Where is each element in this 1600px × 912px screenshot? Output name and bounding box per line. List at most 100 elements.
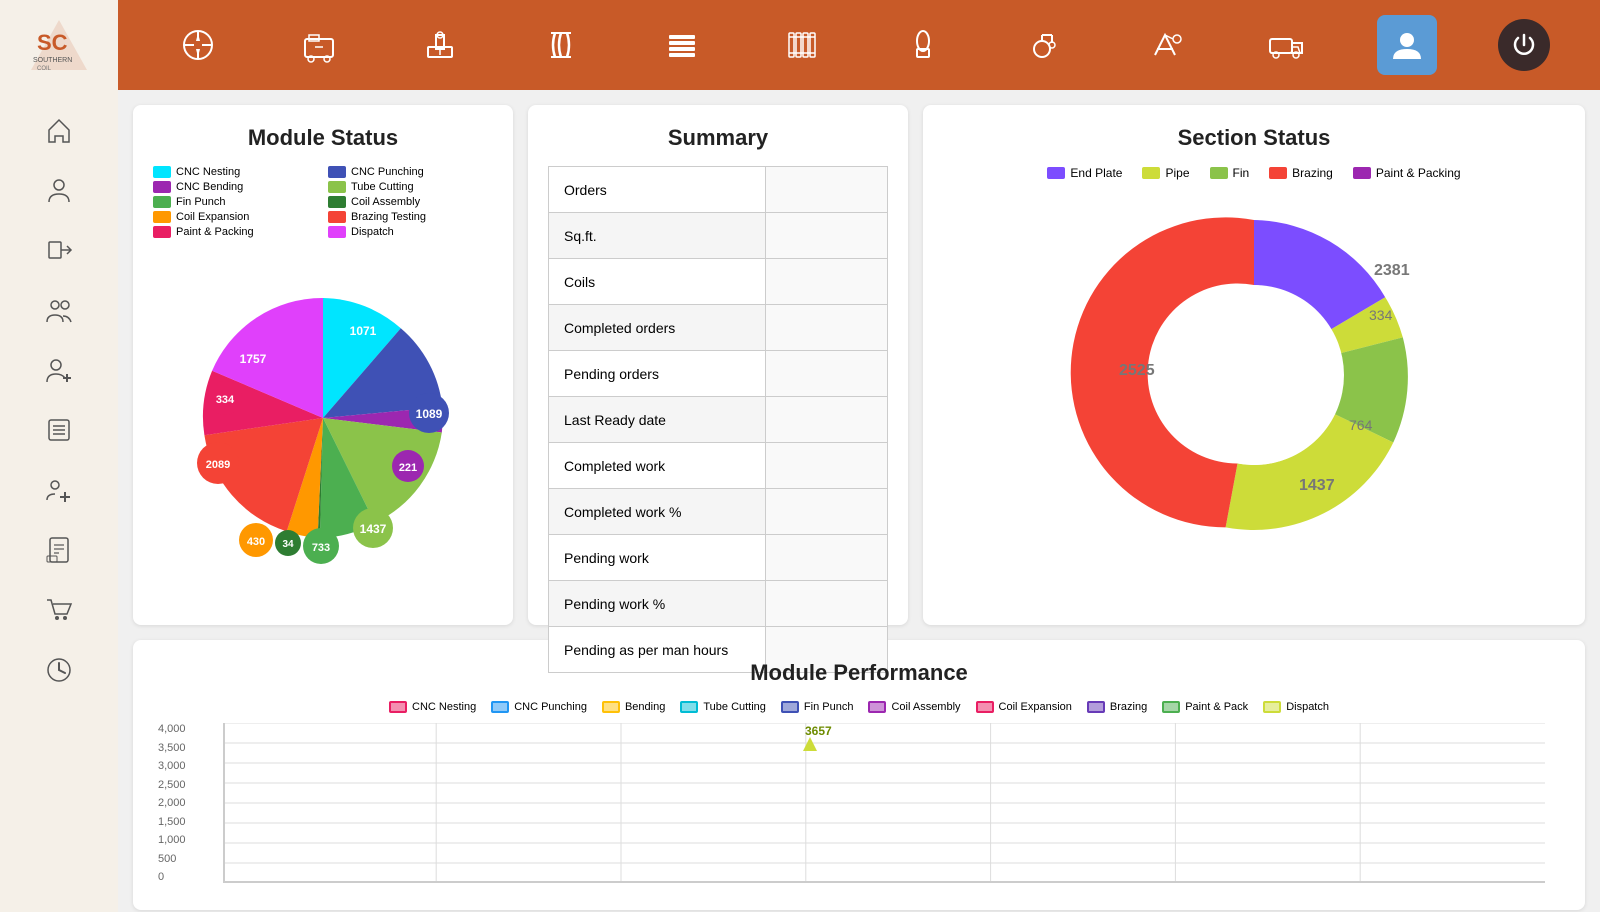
sidebar-cart[interactable] [29,585,89,635]
section-status-card: Section Status End Plate Pipe Fin Brazin… [923,105,1585,625]
summary-row-completed-work: Completed work [549,443,888,489]
summary-value-pending-work [765,535,887,581]
legend-end-plate: End Plate [1047,166,1122,180]
svg-text:2525: 2525 [1119,362,1155,379]
legend-paint-pack: Paint & Packing [1353,166,1461,180]
legend-cnc-bending: CNC Bending [153,181,318,193]
legend-coil-expansion: Coil Expansion [153,211,318,223]
performance-legend: CNC Nesting CNC Punching Bending Tube Cu… [153,701,1565,713]
sidebar-add-person2[interactable] [29,465,89,515]
bullet-nav-icon[interactable] [893,15,953,75]
section-status-donut: 2381 334 764 1437 2525 [943,190,1565,560]
svg-text:1437: 1437 [360,522,387,536]
section-legend: End Plate Pipe Fin Brazing Paint & Packi… [943,166,1565,180]
summary-label-orders: Orders [549,167,766,213]
sidebar-home[interactable] [29,105,89,155]
sidebar-person[interactable] [29,165,89,215]
summary-row-orders: Orders [549,167,888,213]
summary-title: Summary [548,125,888,151]
svg-text:SC: SC [37,30,68,55]
machine-nav-icon[interactable] [289,15,349,75]
svg-text:733: 733 [312,542,330,554]
summary-table: Orders Sq.ft. Coils Completed orders [548,166,888,673]
main-content: Module Status CNC Nesting CNC Punching C… [118,90,1600,912]
summary-value-pending-work-pct [765,581,887,627]
legend-cnc-nesting: CNC Nesting [153,166,318,178]
cnc-nav-icon[interactable] [410,15,470,75]
sidebar-login[interactable] [29,225,89,275]
summary-value-completed-work-pct [765,489,887,535]
radiator-nav-icon[interactable] [773,15,833,75]
compass-nav-icon[interactable] [168,15,228,75]
top-navbar: SC SOUTHERN COIL [0,0,1600,90]
legend-brazing-testing: Brazing Testing [328,211,493,223]
legend-coil-assembly: Coil Assembly [328,196,493,208]
nav-icons [118,15,1600,75]
sidebar-invoice[interactable] [29,525,89,575]
summary-value-last-ready [765,397,887,443]
summary-card: Summary Orders Sq.ft. Coils [528,105,908,625]
performance-chart: 4,000 3,500 3,000 2,500 2,000 1,500 1,00… [223,723,1545,883]
spray2-nav-icon[interactable] [1135,15,1195,75]
summary-label-pending-work-pct: Pending work % [549,581,766,627]
svg-text:COIL: COIL [37,66,52,72]
svg-text:SOUTHERN: SOUTHERN [33,57,72,64]
svg-text:2381: 2381 [1374,262,1410,279]
legend-perf-coil-expansion: Coil Expansion [976,701,1072,713]
legend-pipe: Pipe [1142,166,1189,180]
summary-row-last-ready: Last Ready date [549,397,888,443]
svg-text:2089: 2089 [206,459,230,471]
power-nav-button[interactable] [1498,19,1550,71]
legend-cnc-punching: CNC Punching [328,166,493,178]
summary-label-pending-work: Pending work [549,535,766,581]
sidebar-group[interactable] [29,285,89,335]
performance-title: Module Performance [153,660,1565,686]
legend-perf-brazing: Brazing [1087,701,1147,713]
summary-row-sqft: Sq.ft. [549,213,888,259]
sidebar [0,90,118,912]
sidebar-list[interactable] [29,405,89,455]
legend-dispatch: Dispatch [328,226,493,238]
section-status-title: Section Status [943,125,1565,151]
svg-text:221: 221 [399,462,417,474]
summary-label-pending-man-hours: Pending as per man hours [549,627,766,673]
svg-text:334: 334 [1369,307,1393,323]
sidebar-clock[interactable] [29,645,89,695]
svg-text:1757: 1757 [240,352,267,366]
svg-text:334: 334 [216,394,235,406]
legend-perf-paint-pack: Paint & Pack [1162,701,1248,713]
summary-value-completed-orders [765,305,887,351]
legend-fin: Fin [1210,166,1250,180]
summary-row-pending-work-pct: Pending work % [549,581,888,627]
svg-text:1089: 1089 [416,407,443,421]
module-status-title: Module Status [153,125,493,151]
y-axis-labels: 4,000 3,500 3,000 2,500 2,000 1,500 1,00… [158,723,186,883]
module-status-legend: CNC Nesting CNC Punching CNC Bending Tub… [153,166,493,238]
svg-text:34: 34 [282,539,294,550]
summary-value-orders [765,167,887,213]
module-status-card: Module Status CNC Nesting CNC Punching C… [133,105,513,625]
summary-label-pending-orders: Pending orders [549,351,766,397]
summary-row-completed-orders: Completed orders [549,305,888,351]
summary-row-coils: Coils [549,259,888,305]
summary-value-completed-work [765,443,887,489]
sidebar-add-person[interactable] [29,345,89,395]
legend-tube-cutting: Tube Cutting [328,181,493,193]
svg-text:1437: 1437 [1299,477,1335,494]
top-row: Module Status CNC Nesting CNC Punching C… [133,105,1585,625]
tube-nav-icon[interactable] [531,15,591,75]
delivery-nav-icon[interactable] [1256,15,1316,75]
summary-row-completed-work-pct: Completed work % [549,489,888,535]
spray-nav-icon[interactable] [1014,15,1074,75]
summary-label-last-ready: Last Ready date [549,397,766,443]
legend-perf-dispatch: Dispatch [1263,701,1329,713]
legend-perf-coil-assembly: Coil Assembly [868,701,960,713]
summary-label-completed-work-pct: Completed work % [549,489,766,535]
summary-value-coils [765,259,887,305]
user-nav-button[interactable] [1377,15,1437,75]
svg-text:3657: 3657 [805,724,832,738]
svg-text:1071: 1071 [350,324,377,338]
legend-brazing: Brazing [1269,166,1333,180]
stack-nav-icon[interactable] [652,15,712,75]
logo-area: SC SOUTHERN COIL [0,0,118,90]
